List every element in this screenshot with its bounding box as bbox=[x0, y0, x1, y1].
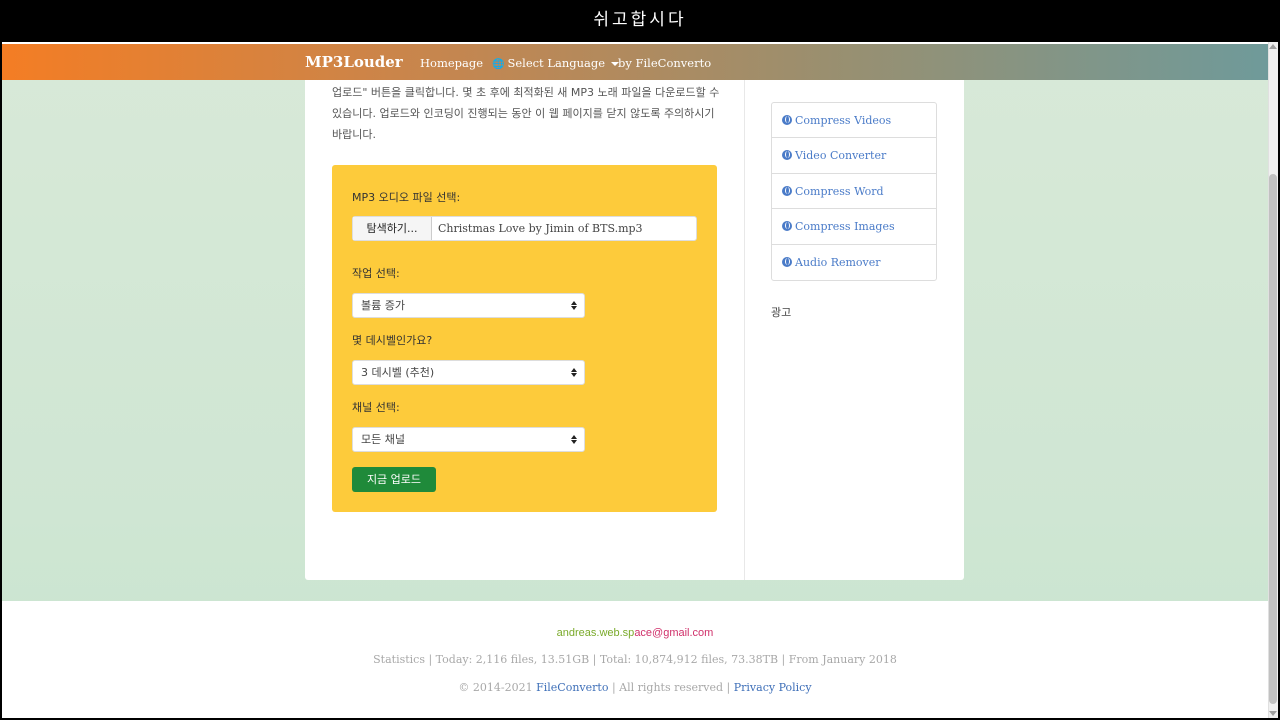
email-part-1: andreas.web.sp bbox=[556, 627, 635, 639]
file-label: MP3 오디오 파일 선택: bbox=[352, 191, 461, 204]
sidebar-item-compress-videos[interactable]: Compress Videos bbox=[772, 103, 936, 139]
privacy-policy-link[interactable]: Privacy Policy bbox=[734, 681, 812, 694]
decibel-label: 몇 데시벨인가요? bbox=[352, 334, 433, 347]
footer: andreas.web.space@gmail.com Statistics |… bbox=[2, 601, 1268, 718]
select-arrows-icon bbox=[571, 435, 577, 445]
nav-select-language[interactable]: 🌐 Select Language bbox=[492, 56, 620, 70]
contact-email[interactable]: andreas.web.space@gmail.com bbox=[2, 627, 1268, 639]
globe-icon bbox=[782, 115, 792, 125]
brand-logo[interactable]: MP3Louder bbox=[305, 53, 403, 71]
language-icon: 🌐 bbox=[492, 59, 505, 70]
copyright-line: © 2014-2021 FileConverto | All rights re… bbox=[2, 681, 1268, 694]
decibel-select-value: 3 데시벨 (추천) bbox=[361, 366, 435, 379]
globe-icon bbox=[782, 150, 792, 161]
decibel-select[interactable]: 3 데시벨 (추천) bbox=[352, 360, 585, 385]
sidebar-item-label: Compress Videos bbox=[795, 114, 892, 127]
selected-file-name: Christmas Love by Jimin of BTS.mp3 bbox=[438, 222, 643, 235]
task-select[interactable]: 볼륨 증가 bbox=[352, 293, 585, 318]
channel-select[interactable]: 모든 채널 bbox=[352, 427, 585, 452]
navbar: MP3Louder Homepage 🌐 Select Language by F… bbox=[2, 42, 1268, 80]
globe-icon bbox=[782, 221, 792, 232]
banner-title: 쉬고합시다 bbox=[593, 10, 687, 30]
scroll-up-arrow-icon[interactable] bbox=[1269, 44, 1277, 49]
copyright-mid: | All rights reserved | bbox=[611, 681, 731, 694]
browser-viewport: MP3Louder Homepage 🌐 Select Language by F… bbox=[2, 42, 1278, 718]
sidebar-item-label: Video Converter bbox=[795, 149, 887, 163]
sidebar-tools-list: Compress Videos Video Converter Compress… bbox=[771, 102, 937, 281]
column-divider bbox=[744, 80, 745, 580]
sidebar-item-label: Audio Remover bbox=[795, 255, 881, 269]
sidebar-item-label: Compress Word bbox=[795, 184, 884, 198]
nav-by-fileconverto[interactable]: by FileConverto bbox=[618, 56, 711, 70]
select-arrows-icon bbox=[571, 301, 577, 311]
intro-text: 업로드" 버튼을 클릭합니다. 몇 초 후에 최적화된 새 MP3 노래 파일을… bbox=[332, 86, 720, 141]
channel-label: 채널 선택: bbox=[352, 401, 400, 414]
sidebar-item-compress-word[interactable]: Compress Word bbox=[772, 174, 936, 210]
file-input[interactable]: 탐색하기... Christmas Love by Jimin of BTS.m… bbox=[352, 216, 697, 241]
select-arrows-icon bbox=[571, 368, 577, 378]
sidebar-item-label: Compress Images bbox=[795, 220, 895, 234]
statistics-text: Statistics | Today: 2,116 files, 13.51GB… bbox=[373, 653, 897, 666]
scrollbar[interactable] bbox=[1268, 42, 1278, 718]
email-part-2: ace@gmail.com bbox=[634, 627, 714, 639]
nav-homepage[interactable]: Homepage bbox=[420, 56, 483, 70]
copyright-prefix: © 2014-2021 bbox=[458, 681, 533, 694]
sidebar-item-audio-remover[interactable]: Audio Remover bbox=[772, 245, 936, 280]
sidebar-item-compress-images[interactable]: Compress Images bbox=[772, 209, 936, 245]
fileconverto-link[interactable]: FileConverto bbox=[536, 681, 608, 694]
ad-label: 광고 bbox=[771, 306, 792, 319]
task-label: 작업 선택: bbox=[352, 267, 400, 280]
task-select-value: 볼륨 증가 bbox=[361, 299, 405, 312]
top-banner: 쉬고합시다 bbox=[0, 0, 1280, 40]
scrollbar-thumb[interactable] bbox=[1269, 174, 1277, 704]
upload-now-button[interactable]: 지금 업로드 bbox=[352, 467, 436, 492]
globe-icon bbox=[782, 185, 792, 196]
main-card: 업로드" 버튼을 클릭합니다. 몇 초 후에 최적화된 새 MP3 노래 파일을… bbox=[305, 80, 964, 580]
browse-button[interactable]: 탐색하기... bbox=[353, 217, 432, 240]
upload-form: MP3 오디오 파일 선택: 탐색하기... Christmas Love by… bbox=[332, 165, 717, 512]
sidebar-item-video-converter[interactable]: Video Converter bbox=[772, 138, 936, 174]
globe-icon bbox=[782, 256, 792, 267]
scroll-down-arrow-icon[interactable] bbox=[1269, 711, 1277, 716]
nav-select-language-label: Select Language bbox=[507, 56, 606, 70]
channel-select-value: 모든 채널 bbox=[361, 433, 405, 446]
